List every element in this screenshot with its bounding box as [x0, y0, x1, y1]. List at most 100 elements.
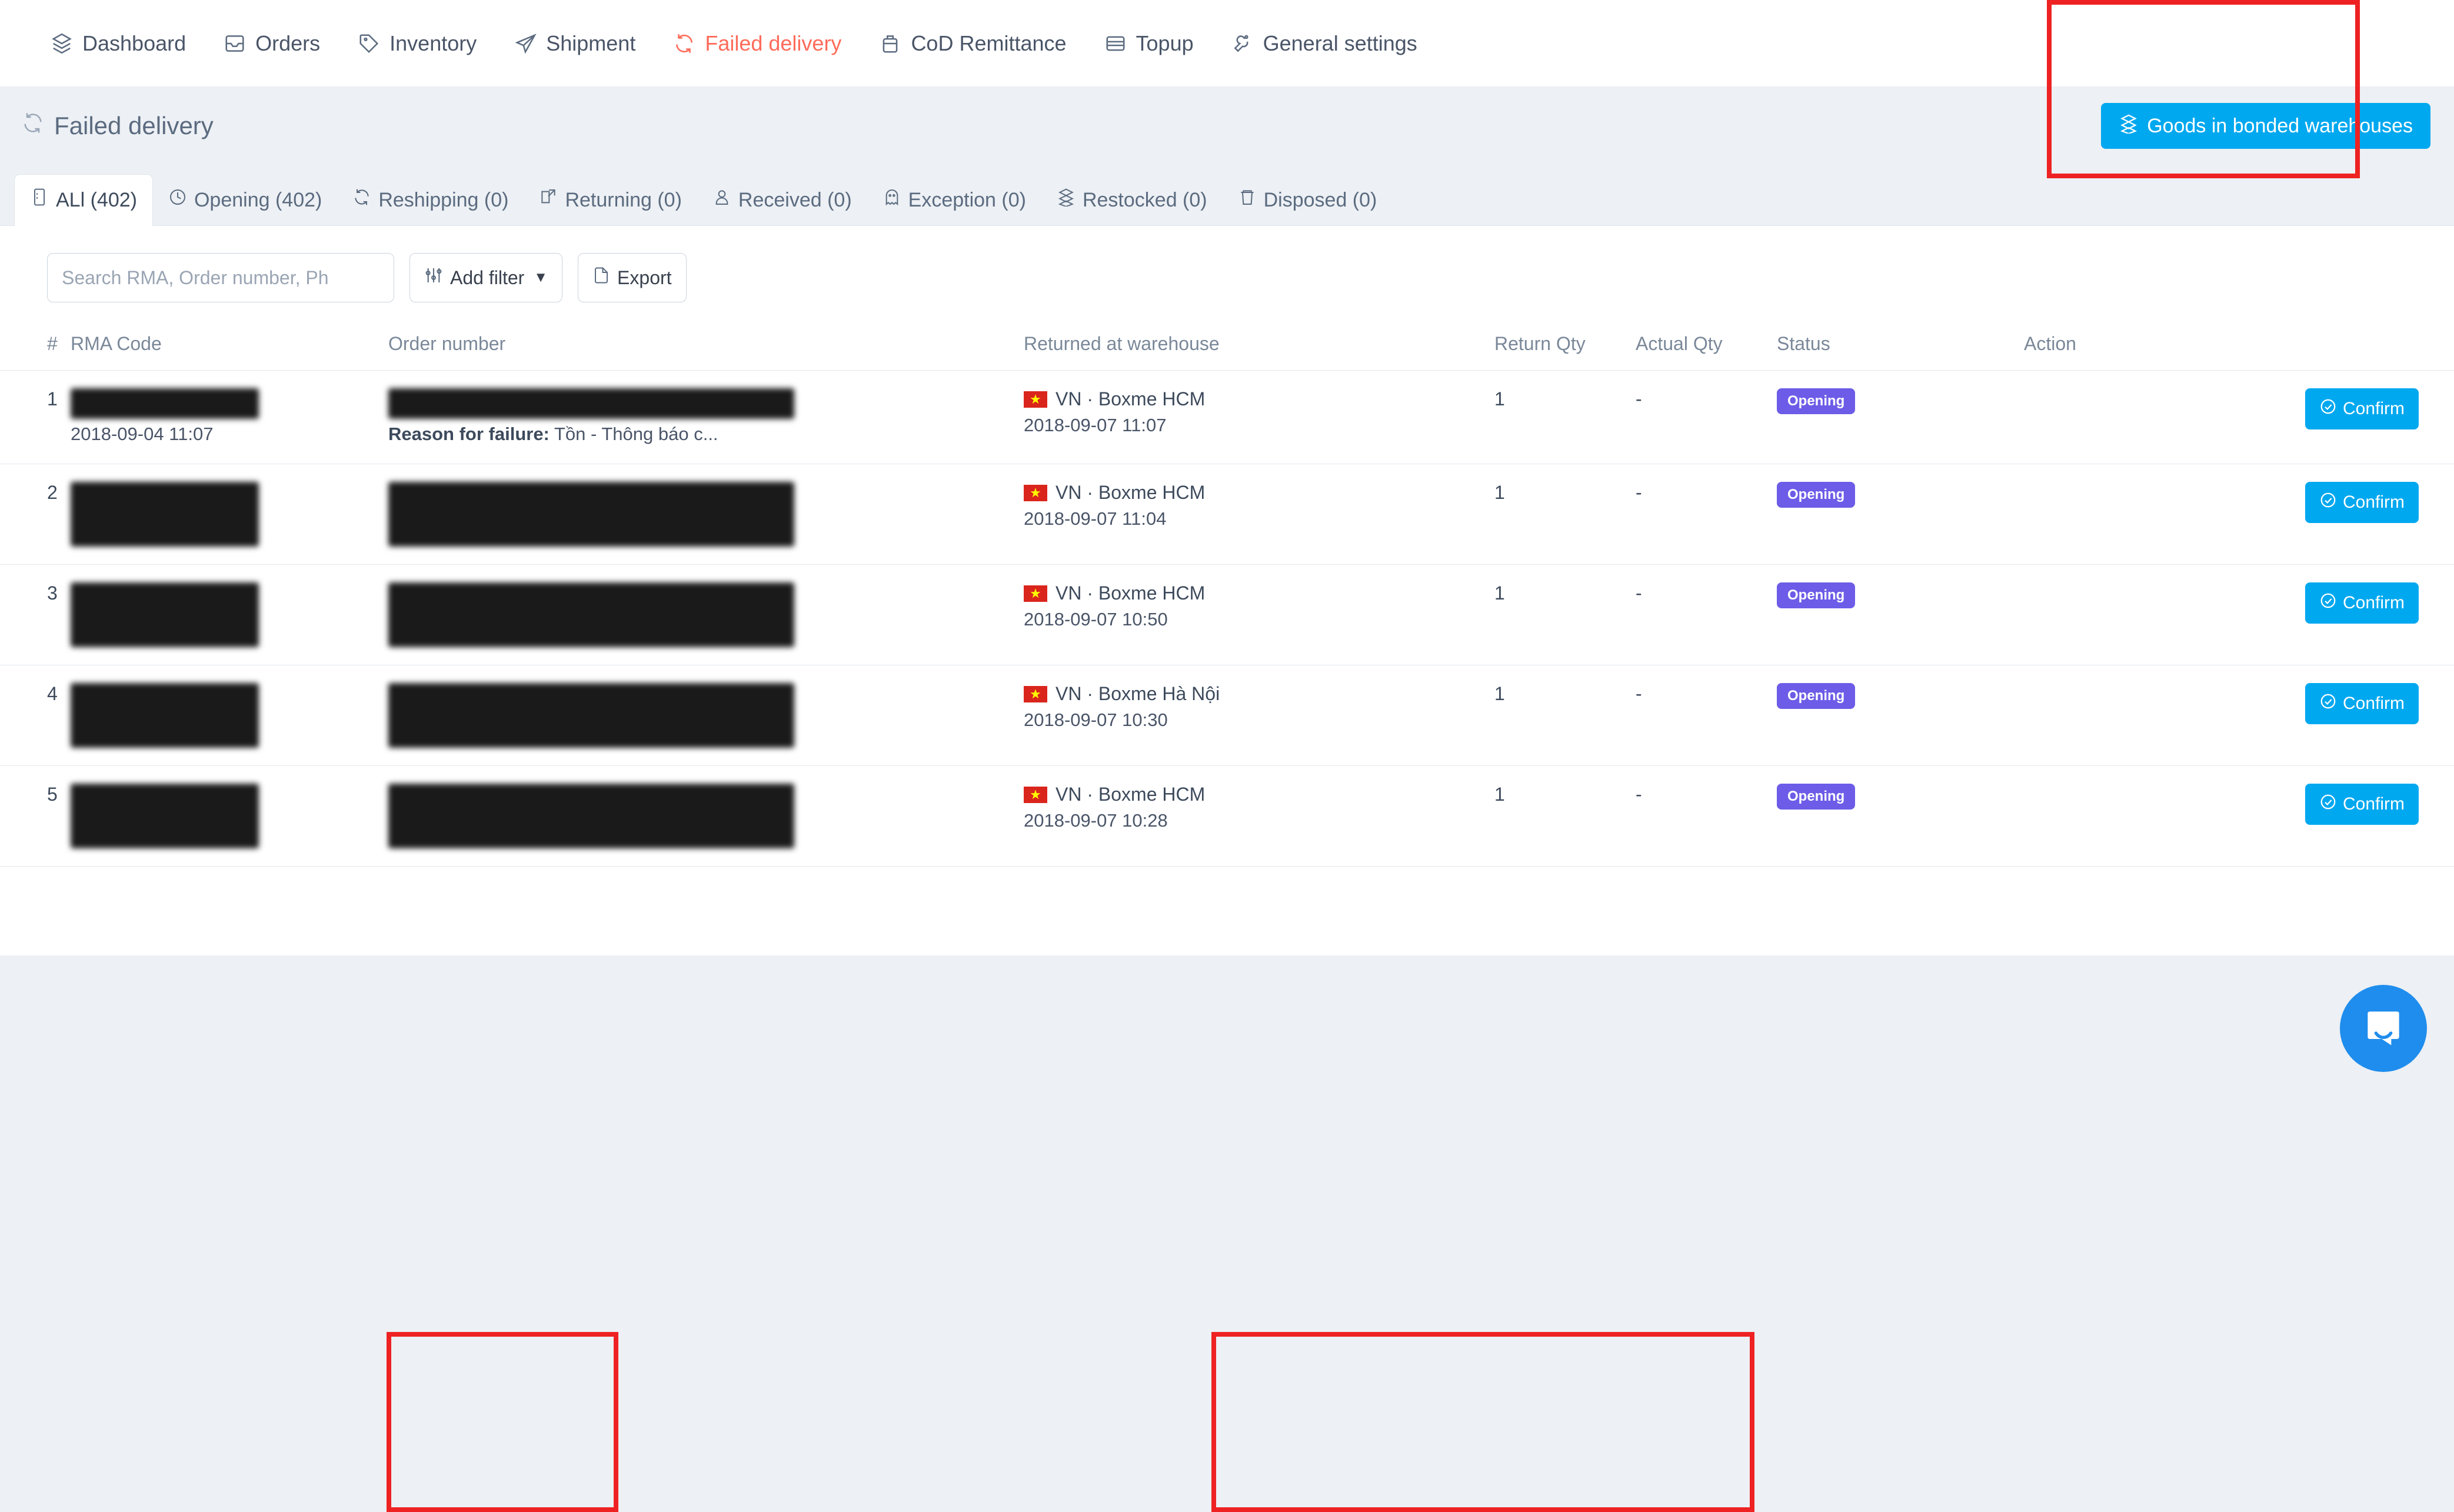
nav-item-topup[interactable]: Topup [1086, 0, 1213, 87]
actual-qty: - [1636, 464, 1777, 565]
paper-plane-icon [514, 32, 537, 55]
status-badge: Opening [1777, 482, 1855, 508]
reason-text: Tồn - Thông báo c... [554, 424, 718, 444]
row-index: 3 [0, 565, 71, 665]
return-qty: 1 [1494, 371, 1636, 464]
confirm-button[interactable]: Confirm [2305, 482, 2419, 523]
refresh-icon [21, 111, 45, 141]
redacted-order-number [388, 784, 794, 848]
confirm-button[interactable]: Confirm [2305, 784, 2419, 825]
nav-item-label: Dashboard [82, 31, 186, 56]
redacted-rma-code [71, 388, 259, 419]
page-title-text: Failed delivery [54, 112, 214, 140]
actual-qty: - [1636, 371, 1777, 464]
table-row: 2★VN · Boxme HCM2018-09-07 11:041-Openin… [0, 464, 2454, 565]
failed-delivery-table: #RMA CodeOrder numberReturned at warehou… [0, 324, 2454, 867]
rma-code-cell[interactable] [71, 665, 388, 766]
table-row: 12018-09-04 11:07Reason for failure: Tồn… [0, 371, 2454, 464]
nav-item-inventory[interactable]: Inventory [339, 0, 495, 87]
nav-item-shipment[interactable]: Shipment [495, 0, 654, 87]
nav-item-label: Inventory [389, 31, 477, 56]
redacted-order-number [388, 388, 794, 419]
tab-returning-0[interactable]: Returning (0) [524, 175, 697, 225]
confirm-button[interactable]: Confirm [2305, 582, 2419, 624]
row-index: 1 [0, 371, 71, 464]
tag-icon [358, 32, 380, 55]
warehouse-name: VN · Boxme HCM [1055, 784, 1205, 805]
order-number-cell[interactable] [388, 665, 1024, 766]
confirm-label: Confirm [2343, 694, 2405, 714]
chat-bubble-icon [2360, 1004, 2407, 1054]
warehouse-date: 2018-09-07 10:28 [1024, 809, 1494, 832]
rma-code-cell[interactable] [71, 464, 388, 565]
boxes-icon [1057, 175, 1076, 225]
export-button[interactable]: Export [578, 253, 686, 302]
redacted-order-number [388, 582, 794, 647]
page-header: Failed delivery Goods in bonded warehous… [0, 87, 2454, 165]
tab-label: ALl (402) [56, 175, 137, 225]
nav-item-cod-remittance[interactable]: CoD Remittance [860, 0, 1085, 87]
warehouse-cell: ★VN · Boxme Hà Nội2018-09-07 10:30 [1024, 665, 1494, 766]
nav-item-label: Failed delivery [705, 31, 841, 56]
warehouse-cell: ★ VN · Boxme HCM 2018-09-07 10:28 [1024, 766, 1494, 867]
rma-code-cell[interactable] [71, 766, 388, 867]
tab-opening-402[interactable]: Opening (402) [153, 175, 337, 225]
check-circle-icon [2319, 793, 2337, 815]
confirm-button[interactable]: Confirm [2305, 388, 2419, 429]
column-header-rma-code: RMA Code [71, 324, 388, 371]
rma-code-cell[interactable] [71, 565, 388, 665]
vietnam-flag-icon: ★ [1024, 787, 1047, 803]
tab-received-0[interactable]: Received (0) [697, 175, 867, 225]
warehouse-date: 2018-09-07 10:50 [1024, 608, 1494, 631]
redacted-order-number [388, 683, 794, 748]
tab-restocked-0[interactable]: Restocked (0) [1041, 175, 1223, 225]
check-circle-icon [2319, 592, 2337, 614]
table-row: 4★VN · Boxme Hà Nội2018-09-07 10:301-Ope… [0, 665, 2454, 766]
rma-code-cell-highlight [387, 1332, 618, 1512]
rma-code-cell[interactable]: 2018-09-04 11:07 [71, 371, 388, 464]
column-header-actual-qty: Actual Qty [1636, 324, 1777, 371]
trash-icon [1238, 175, 1257, 225]
column-header-action: Action [2024, 324, 2454, 371]
intercom-launcher[interactable] [2340, 985, 2427, 1072]
status-badge: Opening [1777, 784, 1855, 810]
vietnam-flag-icon: ★ [1024, 485, 1047, 501]
confirm-label: Confirm [2343, 492, 2405, 512]
nav-item-general-settings[interactable]: General settings [1213, 0, 1436, 87]
tab-exception-0[interactable]: Exception (0) [867, 175, 1041, 225]
search-input[interactable] [47, 253, 394, 302]
status-cell: Opening [1777, 371, 2024, 464]
confirm-button[interactable]: Confirm [2305, 683, 2419, 724]
add-filter-label: Add filter [450, 267, 524, 289]
action-cell: Confirm [2024, 766, 2454, 867]
goods-in-bonded-warehouses-button[interactable]: Goods in bonded warehouses [2101, 103, 2430, 149]
tab-reshipping-0[interactable]: Reshipping (0) [337, 175, 524, 225]
briefcase-icon [879, 32, 901, 55]
return-qty: 1 [1494, 665, 1636, 766]
order-number-cell[interactable] [388, 766, 1024, 867]
table-toolbar: Add filter ▼ Export [0, 226, 2454, 324]
tab-all-402[interactable]: ALl (402) [14, 174, 153, 226]
check-circle-icon [2319, 398, 2337, 420]
return-qty: 1 [1494, 565, 1636, 665]
row-index: 2 [0, 464, 71, 565]
add-filter-button[interactable]: Add filter ▼ [409, 253, 562, 302]
tab-disposed-0[interactable]: Disposed (0) [1223, 175, 1393, 225]
table-body: 12018-09-04 11:07Reason for failure: Tồn… [0, 371, 2454, 867]
nav-item-label: Topup [1136, 31, 1194, 56]
table-row: 5★VN · Boxme HCM2018-09-07 10:281-Openin… [0, 766, 2454, 867]
redacted-rma-code [71, 784, 259, 848]
file-icon [592, 266, 610, 289]
nav-item-dashboard[interactable]: Dashboard [32, 0, 205, 87]
nav-item-failed-delivery[interactable]: Failed delivery [654, 0, 860, 87]
nav-item-orders[interactable]: Orders [205, 0, 339, 87]
actual-qty: - [1636, 766, 1777, 867]
order-number-cell[interactable] [388, 565, 1024, 665]
status-cell: Opening [1777, 464, 2024, 565]
order-number-cell[interactable] [388, 464, 1024, 565]
status-badge: Opening [1777, 388, 1855, 414]
check-circle-icon [2319, 692, 2337, 715]
redacted-rma-code [71, 683, 259, 748]
refresh-icon [352, 175, 371, 225]
order-number-cell[interactable]: Reason for failure: Tồn - Thông báo c... [388, 371, 1024, 464]
